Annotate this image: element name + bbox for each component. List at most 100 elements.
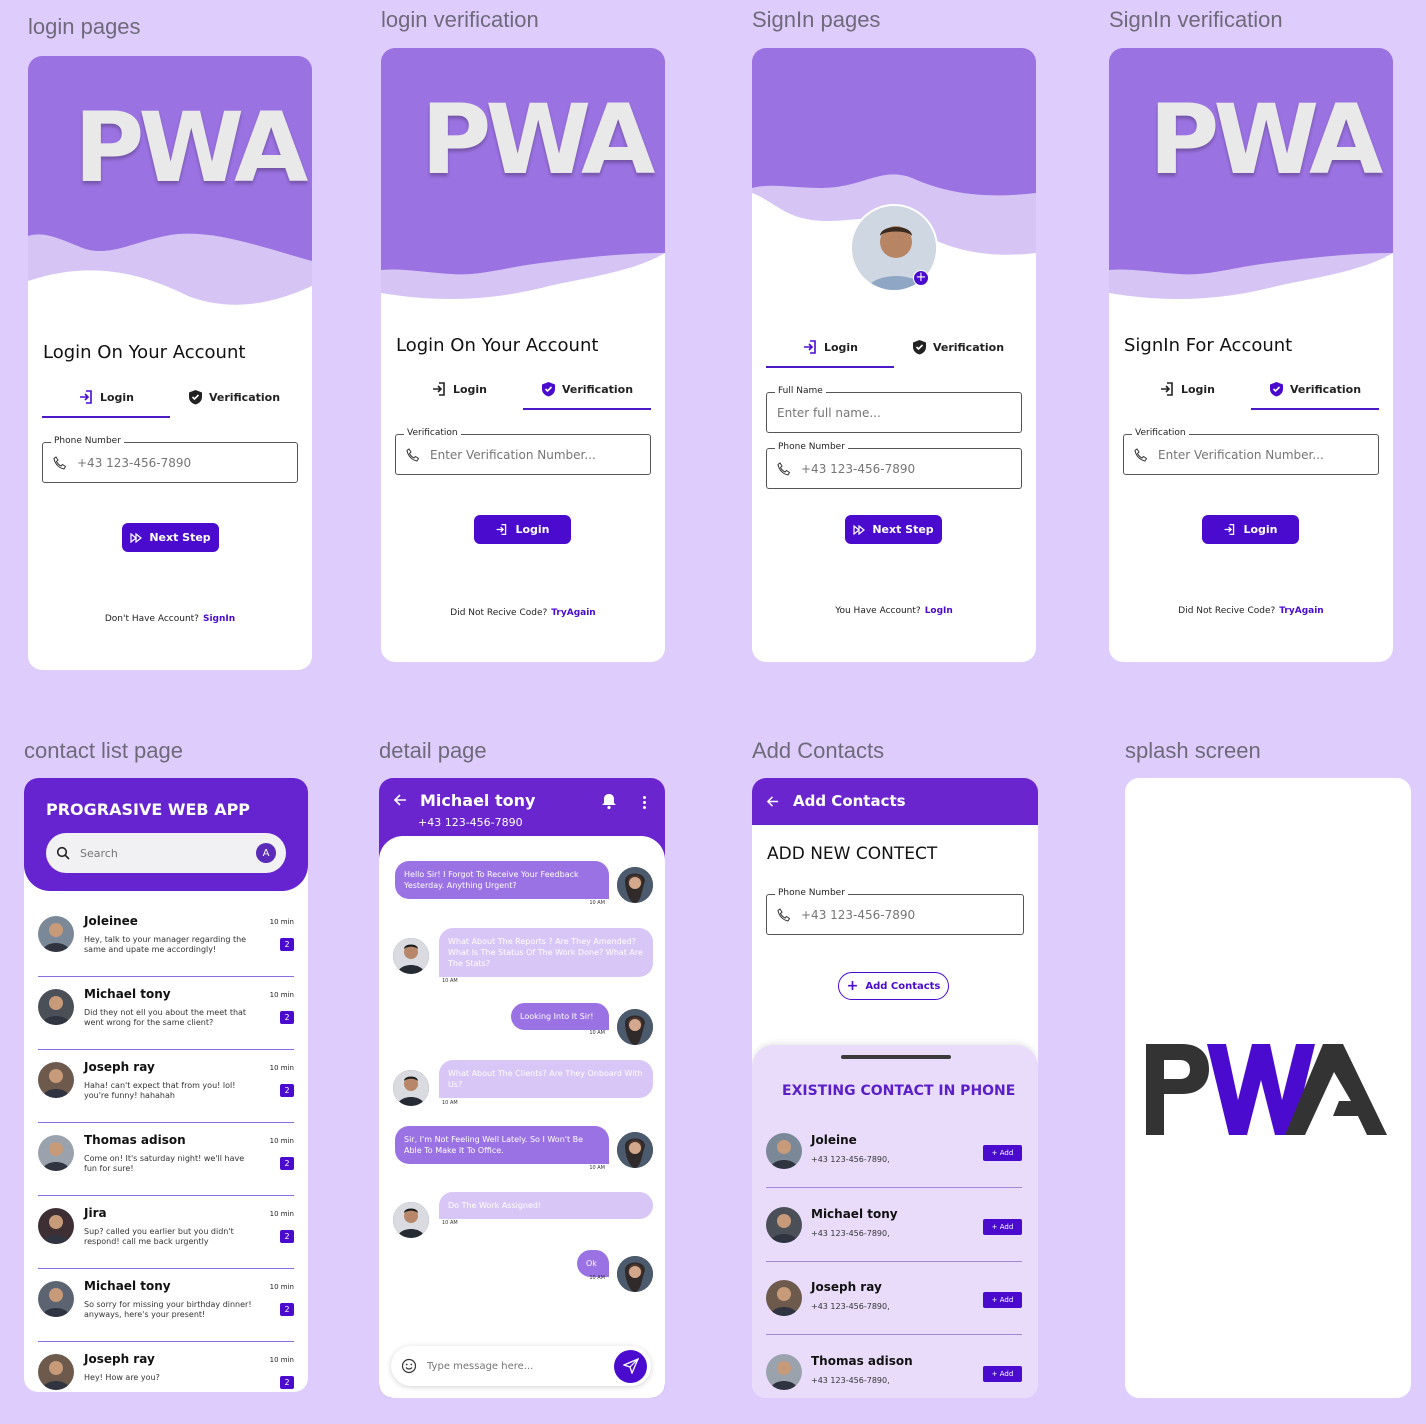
bell-icon[interactable] (600, 792, 618, 810)
sheet-handle[interactable] (841, 1055, 951, 1059)
existing-contacts-sheet: EXISTING CONTACT IN PHONE Joleine +43 123… (752, 1045, 1038, 1398)
contact-row[interactable]: Joseph ray Hey! How are you? 10 min 2 (38, 1342, 294, 1392)
tab-bar: Login Verification (1123, 370, 1379, 410)
login-button[interactable]: Login (1202, 515, 1299, 544)
tab-verification-label: Verification (208, 390, 281, 404)
tab-verification[interactable]: Verification (1251, 370, 1379, 410)
login-button-label: Login (1243, 523, 1278, 536)
message-time: 10 AM (442, 1100, 458, 1106)
full-name-field[interactable]: Full Name (766, 386, 1022, 433)
tab-verification[interactable]: Verification (170, 378, 298, 418)
add-contact-button[interactable]: + Add (983, 1145, 1022, 1161)
tab-login[interactable]: Login (766, 328, 894, 368)
search-input[interactable] (80, 846, 230, 860)
tab-verification[interactable]: Verification (523, 370, 651, 410)
section-title-detail: detail page (379, 738, 487, 763)
contact-phone: +43 123-456-7890, (811, 1302, 890, 1311)
section-title-login-verification: login verification (381, 7, 539, 32)
shield-check-icon (1269, 381, 1284, 397)
contact-row[interactable]: Michael tony So sorry for missing your bi… (38, 1269, 294, 1342)
login-icon (1223, 523, 1236, 536)
phone-field[interactable]: Phone Number (42, 436, 298, 483)
contact-name: Joseph ray (811, 1280, 882, 1294)
fast-forward-icon (130, 532, 143, 543)
message-time: 10 AM (442, 978, 458, 984)
contact-last-message: So sorry for missing your birthday dinne… (84, 1300, 252, 1319)
search-icon (56, 846, 70, 860)
tab-verification-label: Verification (932, 340, 1005, 354)
contact-row[interactable]: Michael tony Did they not ell you about t… (38, 977, 294, 1050)
phone-input[interactable] (801, 907, 1023, 922)
signin-verification-card: PWA SignIn For Account Login Verificatio… (1109, 48, 1393, 662)
add-contacts-title: Add Contacts (793, 792, 906, 810)
message-composer[interactable] (391, 1346, 651, 1386)
back-arrow-icon[interactable] (766, 795, 779, 808)
footer-text: You Have Account? (835, 606, 921, 616)
add-contact-button[interactable]: + Add (983, 1218, 1022, 1235)
tab-login[interactable]: Login (42, 378, 170, 418)
contact-last-message: Did they not ell you about the meet that… (84, 1008, 247, 1027)
unread-badge: 2 (280, 1011, 294, 1024)
tab-bar: Login Verification (395, 370, 651, 410)
tab-verification[interactable]: Verification (894, 328, 1022, 368)
back-arrow-icon[interactable] (393, 793, 407, 807)
section-title-contact-list: contact list page (24, 738, 183, 763)
send-icon[interactable] (614, 1349, 647, 1383)
search-bar[interactable]: A (46, 833, 286, 873)
user-avatar-badge[interactable]: A (256, 843, 276, 863)
add-contact-button[interactable]: + Add (983, 1292, 1022, 1308)
contact-row[interactable]: Jira Sup? called you earlier but you didn… (38, 1196, 294, 1269)
pwa-splash-logo (1146, 1044, 1387, 1135)
login-button-label: Login (515, 523, 550, 536)
contact-time: 10 min (269, 1283, 294, 1291)
contact-time: 10 min (269, 1210, 294, 1218)
tab-login[interactable]: Login (1123, 370, 1251, 410)
page-heading: Login On Your Account (43, 342, 246, 363)
received-message-bubble: Do The Work Assigned! (439, 1192, 653, 1219)
phone-input[interactable] (77, 455, 297, 470)
contact-avatar (766, 1206, 802, 1243)
add-contacts-button[interactable]: + Add Contacts (838, 972, 949, 1000)
more-vert-icon[interactable] (641, 795, 647, 809)
existing-contact-row: Joseph ray +43 123-456-7890, + Add (766, 1262, 1022, 1335)
contact-avatar (766, 1133, 802, 1169)
phone-icon (406, 447, 420, 462)
try-again-link[interactable]: TryAgain (1279, 606, 1323, 616)
tab-login-label: Login (1180, 382, 1216, 396)
signin-link[interactable]: SignIn (203, 614, 235, 624)
verification-field[interactable]: Verification (395, 428, 651, 475)
full-name-input[interactable] (777, 405, 1021, 420)
verification-input[interactable] (430, 447, 650, 462)
login-icon (431, 381, 447, 397)
unread-badge: 2 (280, 1157, 294, 1170)
try-again-link[interactable]: TryAgain (551, 608, 595, 618)
tab-login[interactable]: Login (395, 370, 523, 410)
login-button[interactable]: Login (474, 515, 571, 544)
emoji-icon[interactable] (401, 1358, 417, 1374)
message-input[interactable] (427, 1360, 597, 1372)
add-contact-button[interactable]: + Add (983, 1365, 1022, 1382)
tab-login-label: Login (99, 390, 135, 404)
login-page-card: PWA Login On Your Account Login Verifica… (28, 56, 312, 670)
phone-input[interactable] (801, 461, 1021, 476)
phone-field[interactable]: Phone Number (766, 888, 1024, 935)
login-link[interactable]: LogIn (925, 606, 953, 616)
phone-field[interactable]: Phone Number (766, 442, 1022, 489)
contact-avatar (38, 916, 74, 952)
contact-row[interactable]: Joleinee Hey, talk to your manager regard… (38, 904, 294, 977)
next-step-button[interactable]: Next Step (122, 523, 219, 552)
verification-field[interactable]: Verification (1123, 428, 1379, 475)
existing-contact-row: Michael tony +43 123-456-7890, + Add (766, 1189, 1022, 1262)
verification-field-label: Verification (1132, 428, 1189, 438)
contact-time: 10 min (269, 918, 294, 926)
sent-message-bubble: Sir, I'm Not Feeling Well Lately. So I W… (395, 1126, 609, 1164)
contact-row[interactable]: Thomas adison Come on! It's saturday nigh… (38, 1123, 294, 1196)
message-time: 10 AM (442, 1220, 458, 1226)
fast-forward-icon (853, 524, 866, 535)
contact-name: Joseph ray (84, 1352, 155, 1366)
pwa-logo: PWA (1149, 84, 1383, 196)
next-step-button[interactable]: Next Step (845, 515, 942, 544)
contact-row[interactable]: Joseph ray Haha! can't expect that from y… (38, 1050, 294, 1123)
verification-input[interactable] (1158, 447, 1378, 462)
add-photo-icon[interactable]: + (913, 270, 929, 286)
